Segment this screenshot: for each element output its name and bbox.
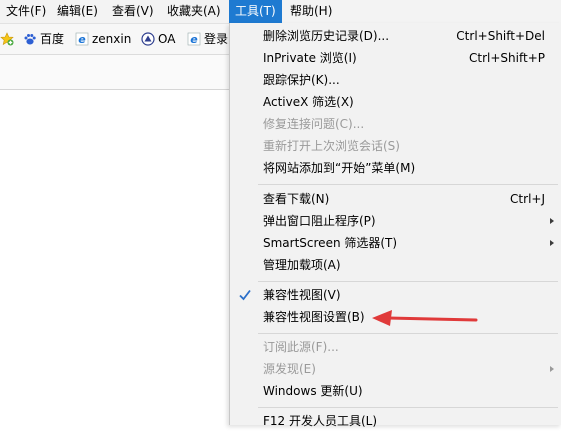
menu-item-shortcut: Ctrl+Shift+P [469, 51, 545, 65]
favorite-label: 百度 [40, 32, 65, 46]
menu-add-to-start[interactable]: 将网站添加到“开始”菜单(M) [230, 157, 561, 179]
menu-reopen-session: 重新打开上次浏览会话(S) [230, 135, 561, 157]
menu-fix-connection: 修复连接问题(C)... [230, 113, 561, 135]
menu-item-label: ActiveX 筛选(X) [263, 95, 354, 109]
favorite-item[interactable]: e zenxin [75, 29, 131, 49]
menu-activex-filter[interactable]: ActiveX 筛选(X) [230, 91, 561, 113]
submenu-arrow-icon [550, 218, 554, 224]
menu-subscribe-feed: 订阅此源(F)... [230, 336, 561, 358]
menu-favorites[interactable]: 收藏夹(A) [161, 0, 227, 23]
menu-tools[interactable]: 工具(T) [229, 0, 282, 23]
menu-item-label: SmartScreen 筛选器(T) [263, 236, 398, 250]
menu-separator [258, 333, 558, 334]
menu-tracking-protection[interactable]: 跟踪保护(K)... [230, 69, 561, 91]
menu-item-label: 将网站添加到“开始”菜单(M) [263, 161, 416, 175]
menu-view-downloads[interactable]: 查看下载(N) Ctrl+J [230, 188, 561, 210]
favorite-item[interactable]: OA [141, 29, 175, 49]
menu-item-label: InPrivate 浏览(I) [263, 51, 357, 65]
menu-item-label: 订阅此源(F)... [263, 340, 339, 354]
menu-item-label: 弹出窗口阻止程序(P) [263, 214, 376, 228]
menu-separator [258, 281, 558, 282]
ie-icon: e [75, 32, 89, 46]
svg-text:e: e [78, 33, 86, 46]
menu-file[interactable]: 文件(F) [0, 0, 52, 23]
menu-item-label: 重新打开上次浏览会话(S) [263, 139, 400, 153]
menu-popup-blocker[interactable]: 弹出窗口阻止程序(P) [230, 210, 561, 232]
menu-item-label: 修复连接问题(C)... [263, 117, 365, 131]
oa-logo-icon [141, 32, 155, 46]
favorite-label: OA [158, 32, 176, 46]
menu-bar: 文件(F) 编辑(E) 查看(V) 收藏夹(A) 工具(T) 帮助(H) [0, 0, 561, 24]
menu-f12-devtools[interactable]: F12 开发人员工具(L) [230, 410, 561, 432]
menu-item-shortcut: Ctrl+J [510, 192, 545, 206]
menu-edit[interactable]: 编辑(E) [51, 0, 104, 23]
menu-item-label: 兼容性视图设置(B) [263, 310, 365, 324]
svg-text:e: e [190, 33, 198, 46]
menu-item-label: 跟踪保护(K)... [263, 73, 340, 87]
favorite-label: 登录 [204, 32, 229, 46]
menu-separator [258, 184, 558, 185]
menu-smartscreen[interactable]: SmartScreen 筛选器(T) [230, 232, 561, 254]
menu-item-label: 源发现(E) [263, 362, 316, 376]
menu-windows-update[interactable]: Windows 更新(U) [230, 380, 561, 402]
menu-view[interactable]: 查看(V) [106, 0, 160, 23]
menu-inprivate[interactable]: InPrivate 浏览(I) Ctrl+Shift+P [230, 47, 561, 69]
menu-help[interactable]: 帮助(H) [284, 0, 338, 23]
menu-item-label: F12 开发人员工具(L) [263, 414, 378, 428]
star-icon [0, 32, 14, 46]
favorite-add-button[interactable] [0, 29, 17, 49]
menu-feed-discovery: 源发现(E) [230, 358, 561, 380]
menu-compat-view[interactable]: 兼容性视图(V) [230, 284, 561, 306]
tools-menu-dropdown: 删除浏览历史记录(D)... Ctrl+Shift+Del InPrivate … [229, 23, 561, 428]
menu-item-label: 删除浏览历史记录(D)... [263, 29, 390, 43]
favorite-item[interactable]: 百度 [23, 29, 64, 49]
menu-item-shortcut: Ctrl+Shift+Del [456, 29, 545, 43]
menu-item-label: 查看下载(N) [263, 192, 330, 206]
checkmark-icon [236, 286, 254, 304]
menu-manage-addons[interactable]: 管理加载项(A) [230, 254, 561, 276]
menu-delete-history[interactable]: 删除浏览历史记录(D)... Ctrl+Shift+Del [230, 25, 561, 47]
ie-icon: e [187, 32, 201, 46]
menu-item-label: 管理加载项(A) [263, 258, 341, 272]
menu-compat-view-settings[interactable]: 兼容性视图设置(B) [230, 306, 561, 328]
menu-separator [258, 407, 558, 408]
menu-item-label: 兼容性视图(V) [263, 288, 341, 302]
favorite-label: zenxin [92, 32, 132, 46]
submenu-arrow-icon [550, 366, 554, 372]
favorite-item[interactable]: e 登录 [187, 29, 228, 49]
menu-item-label: Windows 更新(U) [263, 384, 363, 398]
submenu-arrow-icon [550, 240, 554, 246]
baidu-paw-icon [23, 32, 37, 46]
